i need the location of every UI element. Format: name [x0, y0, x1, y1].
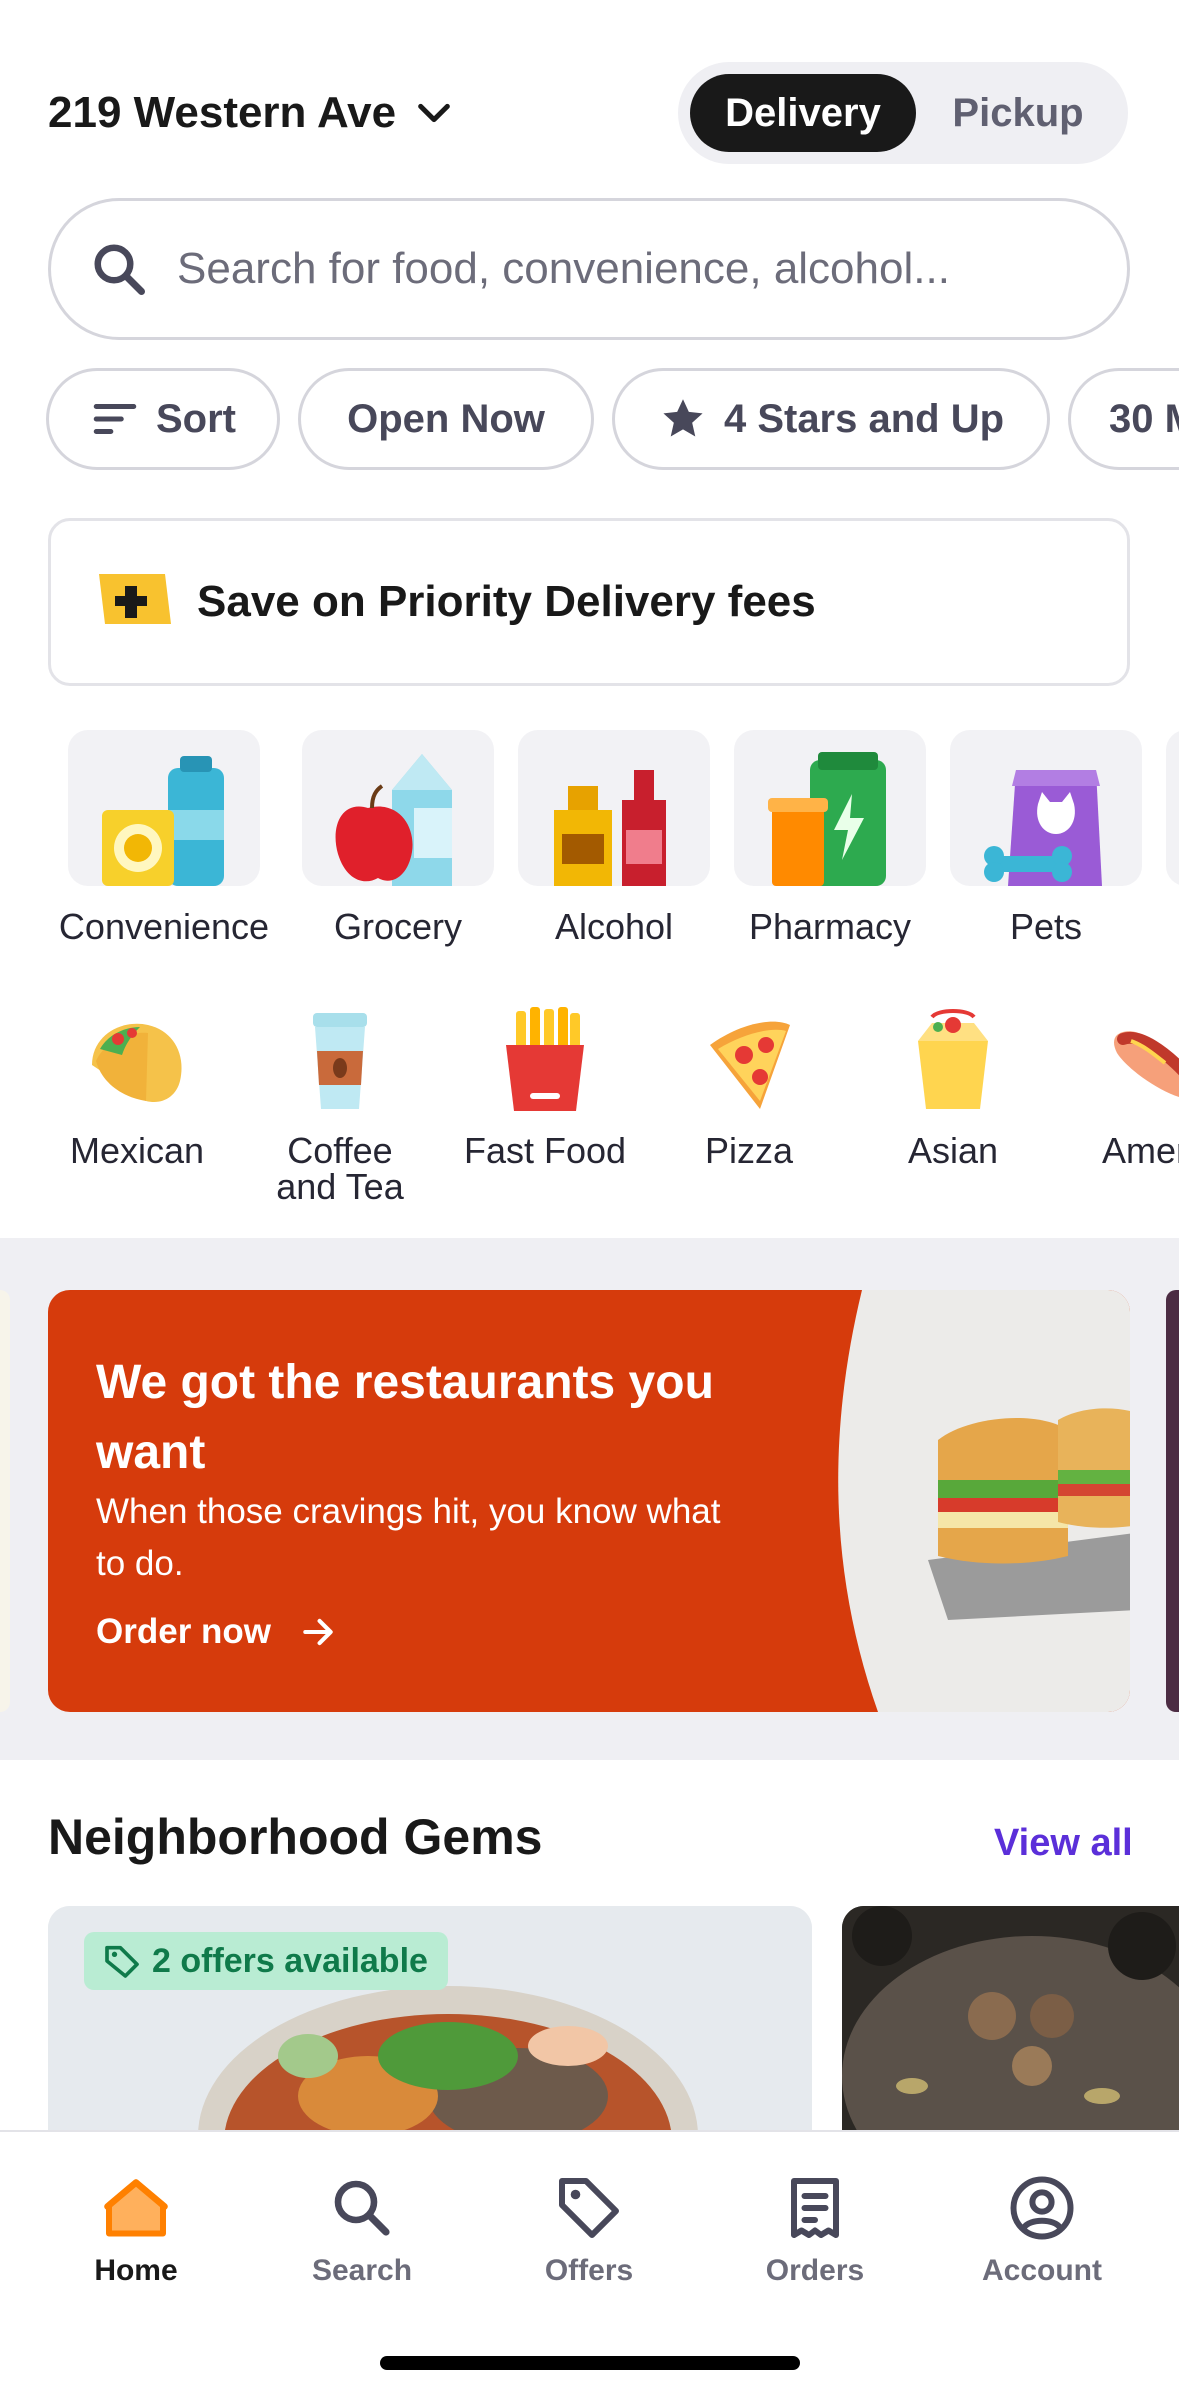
- coffee-icon: [313, 1013, 367, 1109]
- search-icon: [334, 2180, 390, 2236]
- category-convenience[interactable]: Convenience: [59, 730, 269, 948]
- cuisine-mexican[interactable]: Mexican: [37, 1005, 237, 1169]
- category-label: Pets: [1009, 906, 1083, 947]
- promo-card-prev[interactable]: [0, 1290, 10, 1712]
- nav-home-label: Home: [94, 2254, 178, 2287]
- delivery-pickup-toggle: Delivery Pickup: [678, 62, 1128, 164]
- hotdog-icon: [1114, 1031, 1179, 1097]
- header: 219 Western Ave Delivery Pickup: [0, 0, 1179, 190]
- category-label: Convenience: [58, 906, 270, 947]
- restaurant-card[interactable]: [842, 1906, 1179, 2136]
- plus-badge-icon: [99, 574, 171, 624]
- address-selector[interactable]: 219 Western Ave: [48, 88, 454, 138]
- cuisine-fast-food[interactable]: Fast Food: [445, 1005, 645, 1169]
- nav-account[interactable]: Account: [942, 2172, 1142, 2288]
- promo-subtitle: When those cravings hit, you know what t…: [96, 1492, 721, 1583]
- tag-icon: [559, 2178, 619, 2238]
- category-label: Pharmacy: [748, 906, 912, 947]
- filter-chips: Sort Open Now 4 Stars and Up 30 M: [46, 368, 1179, 470]
- category-pets[interactable]: Pets: [946, 730, 1146, 948]
- promo-title: We got the restaurants you want: [96, 1356, 714, 1479]
- nav-orders-label: Orders: [765, 2254, 865, 2287]
- nav-home[interactable]: Home: [36, 2172, 236, 2288]
- nav-offers-label: Offers: [544, 2254, 634, 2287]
- promo-carousel: We got the restaurants you want When tho…: [0, 1238, 1179, 1760]
- nav-account-label: Account: [982, 2254, 1102, 2287]
- home-icon: [104, 2179, 168, 2237]
- search-placeholder: Search for food, convenience, alcohol...: [177, 244, 950, 293]
- cuisine-american[interactable]: Americ: [1058, 1005, 1179, 1169]
- search-input[interactable]: Search for food, convenience, alcohol...: [48, 198, 1130, 340]
- taco-icon: [92, 1023, 182, 1103]
- category-label: Alcohol: [554, 906, 674, 947]
- sort-chip[interactable]: Sort: [46, 368, 280, 470]
- time-chip[interactable]: 30 M: [1068, 368, 1179, 470]
- four-stars-chip[interactable]: 4 Stars and Up: [612, 368, 1050, 470]
- convenience-icon: [68, 730, 260, 886]
- category-pharmacy[interactable]: Pharmacy: [730, 730, 930, 948]
- food-platter-image: [842, 1906, 1179, 2136]
- category-next[interactable]: [1162, 730, 1179, 886]
- order-now-label: Order now: [96, 1612, 272, 1651]
- view-all-link[interactable]: View all: [994, 1822, 1133, 1865]
- cuisine-row: Mexican Coffee and Tea Fast Food Pizza A…: [0, 1005, 1179, 1235]
- category-row: Convenience Grocery Alcohol Pharmacy Pet…: [0, 730, 1179, 960]
- nav-search[interactable]: Search: [262, 2172, 462, 2288]
- alcohol-icon: [518, 730, 710, 886]
- address-text: 219 Western Ave: [48, 88, 397, 137]
- priority-delivery-banner[interactable]: Save on Priority Delivery fees: [48, 518, 1130, 686]
- grocery-icon: [302, 730, 494, 886]
- open-now-label: Open Now: [347, 396, 545, 441]
- home-indicator: [380, 2356, 800, 2370]
- cuisine-label: Pizza: [704, 1130, 794, 1171]
- pharmacy-icon: [734, 730, 926, 886]
- category-grocery[interactable]: Grocery: [298, 730, 498, 948]
- chevron-down-icon: [418, 103, 450, 123]
- priority-banner-text: Save on Priority Delivery fees: [197, 577, 816, 626]
- sort-label: Sort: [156, 396, 236, 441]
- star-icon: [663, 399, 703, 437]
- receipt-icon: [791, 2178, 839, 2238]
- cuisine-label: Asian: [907, 1130, 999, 1171]
- nav-search-label: Search: [311, 2254, 413, 2287]
- takeout-box-icon: [918, 1009, 988, 1109]
- section-title: Neighborhood Gems: [48, 1809, 543, 1865]
- tag-icon: [105, 1945, 139, 1978]
- category-label: Grocery: [333, 906, 463, 947]
- sandwich-image: [928, 1408, 1130, 1620]
- cuisine-asian[interactable]: Asian: [853, 1005, 1053, 1169]
- arrow-right-icon: [303, 1618, 333, 1646]
- account-icon: [1010, 2176, 1074, 2240]
- open-now-chip[interactable]: Open Now: [298, 368, 594, 470]
- promo-card-next[interactable]: [1166, 1290, 1179, 1712]
- category-alcohol[interactable]: Alcohol: [514, 730, 714, 948]
- cuisine-label: Coffee and Tea: [276, 1130, 404, 1207]
- nav-orders[interactable]: Orders: [715, 2172, 915, 2288]
- pets-icon: [950, 730, 1142, 886]
- pizza-icon: [710, 1021, 790, 1109]
- category-next-tile: [1166, 730, 1179, 886]
- cuisine-coffee-tea[interactable]: Coffee and Tea: [240, 1005, 440, 1205]
- search-icon: [94, 244, 145, 295]
- time-label: 30 M: [1109, 396, 1179, 441]
- order-now-link[interactable]: Order now: [96, 1612, 337, 1652]
- offers-badge-text: 2 offers available: [152, 1941, 428, 1980]
- cuisine-pizza[interactable]: Pizza: [649, 1005, 849, 1169]
- cuisine-label: Americ: [1101, 1130, 1179, 1171]
- nav-offers[interactable]: Offers: [489, 2172, 689, 2288]
- cuisine-label: Mexican: [69, 1130, 205, 1171]
- sort-icon: [93, 404, 137, 434]
- delivery-option[interactable]: Delivery: [690, 74, 916, 152]
- pickup-option[interactable]: Pickup: [918, 74, 1118, 152]
- offers-badge: 2 offers available: [84, 1932, 448, 1990]
- fries-icon: [506, 1007, 584, 1111]
- promo-card[interactable]: We got the restaurants you want When tho…: [48, 1290, 1130, 1712]
- cuisine-label: Fast Food: [463, 1130, 627, 1171]
- four-stars-label: 4 Stars and Up: [723, 396, 1005, 441]
- restaurant-card[interactable]: 2 offers available: [48, 1906, 812, 2136]
